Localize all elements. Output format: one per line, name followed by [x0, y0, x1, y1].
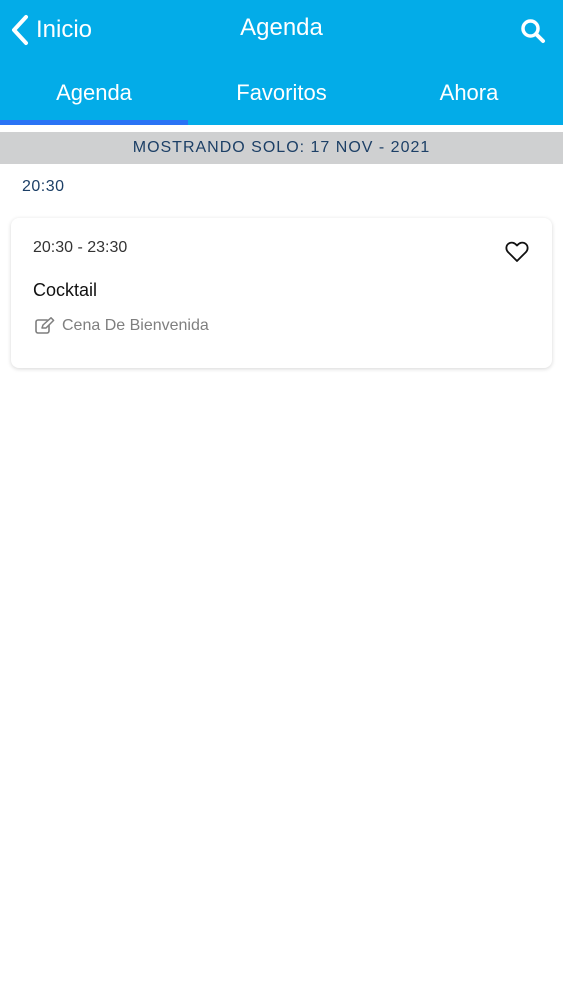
page-title: Agenda	[240, 14, 323, 41]
session-card[interactable]: 20:30 - 23:30 Cocktail Cena De Bienvenid…	[11, 218, 552, 368]
tab-favoritos[interactable]: Favoritos	[188, 60, 375, 125]
session-time-range: 20:30 - 23:30	[33, 239, 128, 256]
heart-outline-icon[interactable]	[505, 241, 529, 263]
search-icon[interactable]	[520, 18, 546, 44]
tab-ahora-label: Ahora	[439, 80, 499, 105]
time-group-header: 20:30	[22, 178, 65, 195]
date-filter-banner: MOSTRANDO SOLO: 17 NOV - 2021	[0, 132, 563, 164]
top-bar: Inicio Agenda	[0, 0, 563, 60]
session-subtitle: Cena De Bienvenida	[35, 316, 209, 336]
session-subtitle-label: Cena De Bienvenida	[62, 317, 209, 334]
edit-icon	[35, 317, 55, 334]
session-title: Cocktail	[33, 280, 98, 300]
tab-agenda[interactable]: Agenda	[0, 60, 188, 125]
tab-favoritos-label: Favoritos	[236, 80, 327, 105]
tab-ahora[interactable]: Ahora	[375, 60, 563, 125]
app-header: Inicio Agenda Agenda Favoritos Ahora	[0, 0, 563, 125]
tab-bar: Agenda Favoritos Ahora	[0, 60, 563, 125]
divider	[0, 125, 563, 132]
tab-agenda-label: Agenda	[56, 80, 132, 105]
date-filter-text: MOSTRANDO SOLO: 17 NOV - 2021	[132, 139, 431, 156]
